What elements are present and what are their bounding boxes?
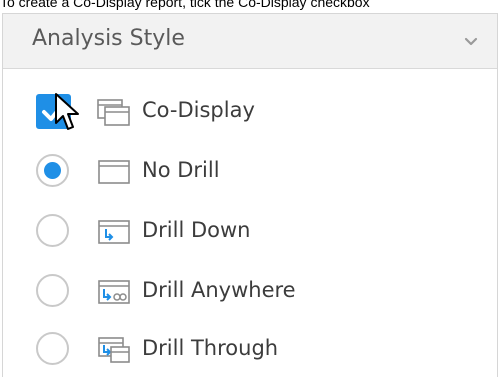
panel-title: Analysis Style [32, 26, 185, 51]
option-drill-through[interactable]: Drill Through [3, 326, 497, 376]
option-label: Drill Down [142, 218, 251, 242]
no-drill-icon [98, 160, 130, 184]
no-drill-radio[interactable] [36, 154, 69, 187]
drill-through-icon [98, 337, 130, 363]
option-drill-anywhere[interactable]: Drill Anywhere [3, 268, 497, 318]
radio-selected-dot [44, 162, 61, 179]
panel-header[interactable]: Analysis Style [3, 14, 497, 69]
analysis-style-panel: Analysis Style Co-Display No Drill Drill… [2, 13, 498, 377]
option-label: Drill Through [142, 336, 279, 360]
mouse-pointer-icon [55, 93, 79, 130]
option-drill-down[interactable]: Drill Down [3, 208, 497, 258]
chevron-down-icon[interactable] [463, 34, 479, 50]
screenshot-stage: To create a Co-Display report, tick the … [0, 0, 501, 377]
option-no-drill[interactable]: No Drill [3, 148, 497, 198]
drill-through-radio[interactable] [36, 332, 69, 365]
option-label: No Drill [142, 158, 220, 182]
drill-down-icon [98, 220, 130, 244]
drill-anywhere-icon [98, 280, 130, 304]
option-label: Drill Anywhere [142, 278, 296, 302]
instruction-caption: To create a Co-Display report, tick the … [0, 0, 370, 10]
co-display-icon [97, 99, 130, 126]
drill-down-radio[interactable] [36, 214, 69, 247]
drill-anywhere-radio[interactable] [36, 274, 69, 307]
option-label: Co-Display [142, 98, 255, 122]
